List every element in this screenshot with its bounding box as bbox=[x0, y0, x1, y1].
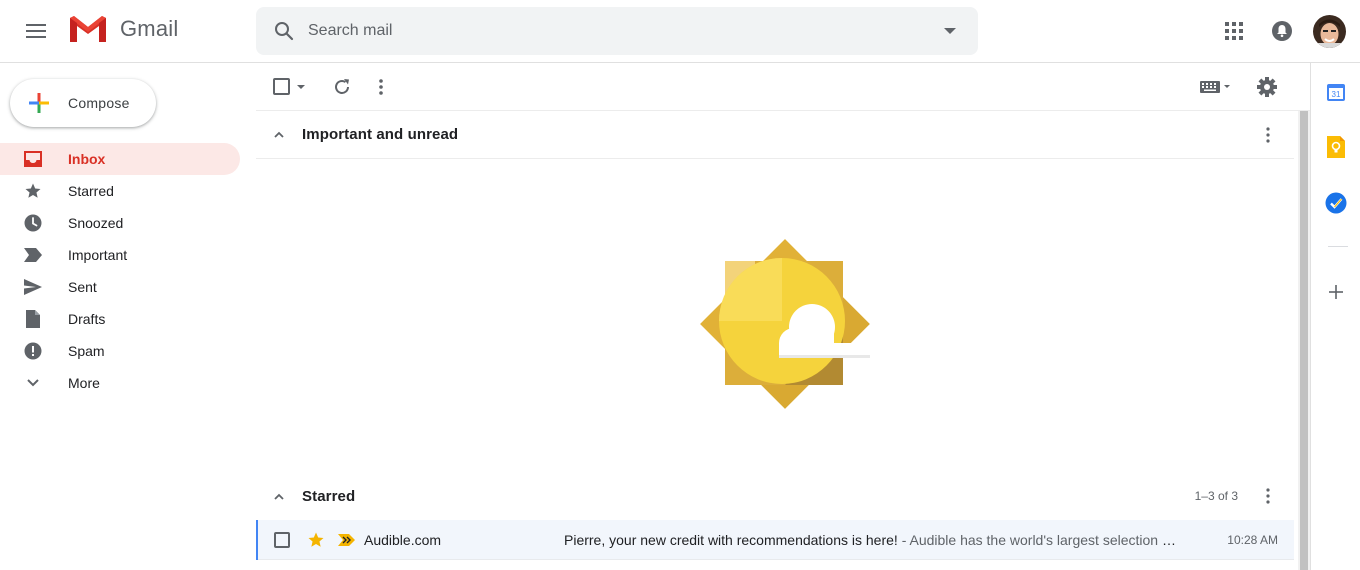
tasks-addon-button[interactable] bbox=[1324, 191, 1348, 215]
main-menu-button[interactable] bbox=[18, 13, 54, 49]
refresh-button[interactable] bbox=[330, 75, 354, 99]
sidebar-item-label: Sent bbox=[68, 279, 97, 295]
gear-icon bbox=[1257, 77, 1277, 97]
scrollbar-thumb[interactable] bbox=[1300, 111, 1308, 570]
row-important-toggle[interactable] bbox=[330, 534, 364, 546]
row-checkbox[interactable] bbox=[258, 532, 302, 548]
email-snippet: - Audible has the world's largest select… bbox=[901, 532, 1182, 548]
sun-cloud-illustration-icon bbox=[700, 239, 870, 409]
keep-addon-button[interactable] bbox=[1324, 135, 1348, 159]
compose-plus-icon bbox=[29, 93, 49, 113]
plus-icon bbox=[1329, 285, 1343, 299]
star-icon bbox=[25, 183, 41, 198]
app-name: Gmail bbox=[120, 16, 179, 41]
sidebar-item-more[interactable]: More bbox=[0, 367, 240, 399]
sidebar-item-label: Starred bbox=[68, 183, 114, 199]
scrollbar[interactable] bbox=[1298, 111, 1310, 570]
sidebar-item-label: Inbox bbox=[68, 151, 106, 167]
sidebar-item-snoozed[interactable]: Snoozed bbox=[0, 207, 240, 239]
calendar-icon: 31 bbox=[1327, 84, 1345, 101]
side-panel: 31 bbox=[1310, 63, 1360, 570]
sidebar-item-important[interactable]: Important bbox=[0, 239, 240, 271]
checkbox-icon bbox=[273, 78, 305, 95]
search-button[interactable] bbox=[256, 7, 308, 55]
more-vert-icon bbox=[379, 79, 383, 95]
keep-icon bbox=[1327, 136, 1345, 158]
clock-icon bbox=[24, 214, 42, 232]
important-marker-icon bbox=[338, 534, 355, 546]
send-icon bbox=[24, 279, 42, 295]
section-header-starred[interactable]: Starred 1–3 of 3 bbox=[256, 472, 1294, 520]
mail-toolbar bbox=[256, 63, 1310, 111]
chevron-up-icon bbox=[274, 131, 284, 138]
google-apps-button[interactable] bbox=[1218, 15, 1250, 47]
important-icon bbox=[24, 248, 42, 262]
folder-nav: Inbox Starred Snoozed Important Sent Dra… bbox=[0, 143, 240, 399]
sidebar: Compose Inbox Starred Snoozed Important … bbox=[0, 63, 256, 570]
section-header-important[interactable]: Important and unread bbox=[256, 111, 1294, 159]
email-row[interactable]: Audible.com Pierre, your new credit with… bbox=[256, 520, 1294, 560]
search-input[interactable]: Search mail bbox=[308, 22, 922, 40]
more-actions-button[interactable] bbox=[369, 75, 393, 99]
section-options-button[interactable] bbox=[1256, 484, 1280, 508]
gmail-logo[interactable]: Gmail bbox=[68, 14, 178, 44]
apps-grid-icon bbox=[1225, 22, 1243, 40]
sidebar-item-inbox[interactable]: Inbox bbox=[0, 143, 240, 175]
draft-icon bbox=[26, 310, 40, 328]
email-subject: Pierre, your new credit with recommendat… bbox=[564, 532, 898, 548]
spam-icon bbox=[24, 342, 42, 360]
star-filled-icon bbox=[308, 532, 324, 547]
pagination-count: 1–3 of 3 bbox=[1194, 489, 1238, 503]
section-title: Important and unread bbox=[302, 126, 459, 143]
search-options-button[interactable] bbox=[922, 7, 978, 55]
compose-button[interactable]: Compose bbox=[10, 79, 156, 127]
sidebar-item-label: More bbox=[68, 375, 100, 391]
get-addons-button[interactable] bbox=[1324, 280, 1348, 304]
top-bar: Gmail Search mail bbox=[0, 0, 1360, 63]
sidebar-item-sent[interactable]: Sent bbox=[0, 271, 240, 303]
notifications-button[interactable] bbox=[1266, 15, 1298, 47]
sidebar-item-label: Drafts bbox=[68, 311, 106, 327]
inbox-icon bbox=[24, 151, 42, 167]
sidebar-item-label: Spam bbox=[68, 343, 105, 359]
more-vert-icon bbox=[1266, 488, 1270, 504]
refresh-icon bbox=[335, 79, 349, 94]
search-icon bbox=[275, 22, 294, 41]
chevron-down-icon bbox=[27, 379, 39, 387]
notifications-icon bbox=[1272, 21, 1292, 41]
caret-down-icon bbox=[944, 28, 956, 34]
calendar-addon-button[interactable]: 31 bbox=[1324, 80, 1348, 104]
main-content: Important and unread Starred 1–3 of 3 Au… bbox=[256, 63, 1310, 570]
sidebar-item-label: Snoozed bbox=[68, 215, 124, 231]
section-options-button[interactable] bbox=[1256, 123, 1280, 147]
select-all-checkbox[interactable] bbox=[270, 75, 306, 99]
row-star-toggle[interactable] bbox=[302, 531, 330, 549]
email-sender: Audible.com bbox=[364, 532, 442, 548]
chevron-up-icon bbox=[274, 493, 284, 500]
section-title: Starred bbox=[302, 487, 356, 505]
svg-text:31: 31 bbox=[1332, 90, 1341, 99]
hamburger-menu-icon bbox=[26, 24, 46, 38]
tasks-icon bbox=[1325, 192, 1347, 214]
account-avatar[interactable] bbox=[1313, 15, 1346, 48]
sidebar-item-drafts[interactable]: Drafts bbox=[0, 303, 240, 335]
search-bar[interactable]: Search mail bbox=[256, 7, 978, 55]
email-subject-line: Pierre, your new credit with recommendat… bbox=[564, 532, 1182, 548]
compose-label: Compose bbox=[68, 95, 130, 111]
profile-photo-icon bbox=[1313, 15, 1346, 48]
settings-button[interactable] bbox=[1255, 75, 1279, 99]
sidebar-item-spam[interactable]: Spam bbox=[0, 335, 240, 367]
sidebar-item-label: Important bbox=[68, 247, 128, 263]
keyboard-icon bbox=[1200, 81, 1230, 93]
checkbox-icon bbox=[274, 532, 290, 548]
email-time: 10:28 AM bbox=[1227, 533, 1278, 547]
gmail-m-icon bbox=[70, 16, 106, 42]
sidebar-item-starred[interactable]: Starred bbox=[0, 175, 240, 207]
side-panel-divider bbox=[1328, 246, 1348, 247]
more-vert-icon bbox=[1266, 126, 1270, 143]
input-tools-button[interactable] bbox=[1196, 75, 1236, 99]
